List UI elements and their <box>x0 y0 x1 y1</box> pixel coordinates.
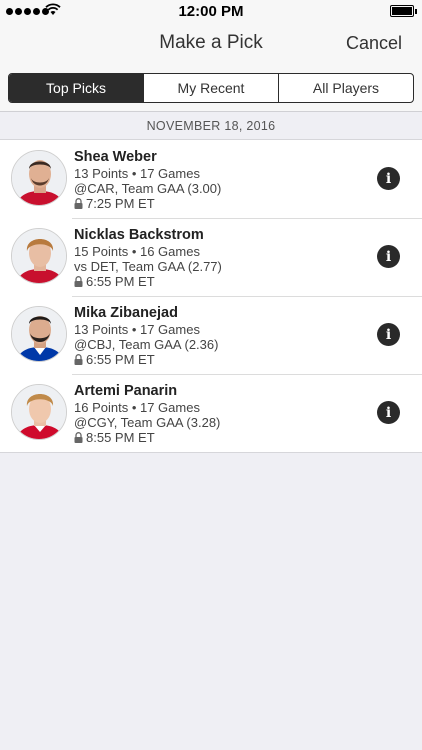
tab-top-picks[interactable]: Top Picks <box>9 74 143 102</box>
lock-icon <box>74 432 83 443</box>
game-time: 6:55 PM ET <box>74 352 218 367</box>
player-avatar <box>11 150 67 206</box>
player-name: Artemi Panarin <box>74 383 178 399</box>
player-row[interactable]: Shea Weber 13 Points • 17 Games @CAR, Te… <box>0 140 422 218</box>
player-stats: 13 Points • 17 Games <box>74 322 200 337</box>
info-icon[interactable]: i <box>377 245 400 268</box>
player-avatar <box>11 384 67 440</box>
player-stats: 15 Points • 16 Games <box>74 244 200 259</box>
player-matchup: vs DET, Team GAA (2.77) <box>74 259 222 274</box>
player-info: Artemi Panarin 16 Points • 17 Games @CGY… <box>74 382 220 445</box>
nav-bar: Make a Pick Cancel <box>0 24 422 64</box>
status-bar: 12:00 PM <box>0 0 422 24</box>
tab-my-recent[interactable]: My Recent <box>143 74 278 102</box>
cancel-button[interactable]: Cancel <box>346 33 402 54</box>
lock-icon <box>74 276 83 287</box>
player-stats: 13 Points • 17 Games <box>74 166 200 181</box>
game-time-label: 8:55 PM ET <box>86 430 155 445</box>
tab-all-players[interactable]: All Players <box>278 74 413 102</box>
info-icon[interactable]: i <box>377 323 400 346</box>
player-row[interactable]: Mika Zibanejad 13 Points • 17 Games @CBJ… <box>0 296 422 374</box>
game-time: 8:55 PM ET <box>74 430 220 445</box>
game-time-label: 6:55 PM ET <box>86 274 155 289</box>
player-name: Shea Weber <box>74 149 157 165</box>
player-matchup: @CAR, Team GAA (3.00) <box>74 181 222 196</box>
lock-icon <box>74 354 83 365</box>
player-list: Shea Weber 13 Points • 17 Games @CAR, Te… <box>0 140 422 453</box>
player-info: Shea Weber 13 Points • 17 Games @CAR, Te… <box>74 148 221 211</box>
lock-icon <box>74 198 83 209</box>
info-icon[interactable]: i <box>377 167 400 190</box>
player-name: Mika Zibanejad <box>74 305 178 321</box>
battery-icon <box>390 5 417 17</box>
player-info: Nicklas Backstrom 15 Points • 16 Games v… <box>74 226 222 289</box>
player-avatar <box>11 228 67 284</box>
player-stats: 16 Points • 17 Games <box>74 400 200 415</box>
date-section-header: NOVEMBER 18, 2016 <box>0 112 422 140</box>
game-time-label: 6:55 PM ET <box>86 352 155 367</box>
player-avatar <box>11 306 67 362</box>
status-time: 12:00 PM <box>178 3 244 20</box>
header: 12:00 PM Make a Pick Cancel Top Picks My… <box>0 0 422 112</box>
game-time-label: 7:25 PM ET <box>86 196 155 211</box>
player-matchup: @CGY, Team GAA (3.28) <box>74 415 221 430</box>
info-icon[interactable]: i <box>377 401 400 424</box>
player-info: Mika Zibanejad 13 Points • 17 Games @CBJ… <box>74 304 218 367</box>
game-time: 7:25 PM ET <box>74 196 221 211</box>
tab-control: Top Picks My Recent All Players <box>8 73 414 103</box>
player-row[interactable]: Artemi Panarin 16 Points • 17 Games @CGY… <box>0 374 422 452</box>
player-row[interactable]: Nicklas Backstrom 15 Points • 16 Games v… <box>0 218 422 296</box>
player-name: Nicklas Backstrom <box>74 227 204 243</box>
game-time: 6:55 PM ET <box>74 274 222 289</box>
player-matchup: @CBJ, Team GAA (2.36) <box>74 337 219 352</box>
